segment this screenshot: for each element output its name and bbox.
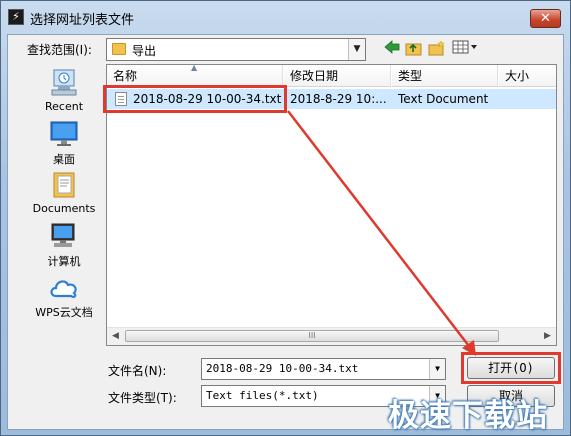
- watermark-text: 极速下载站: [388, 398, 548, 434]
- annotation-arrow: [287, 110, 476, 356]
